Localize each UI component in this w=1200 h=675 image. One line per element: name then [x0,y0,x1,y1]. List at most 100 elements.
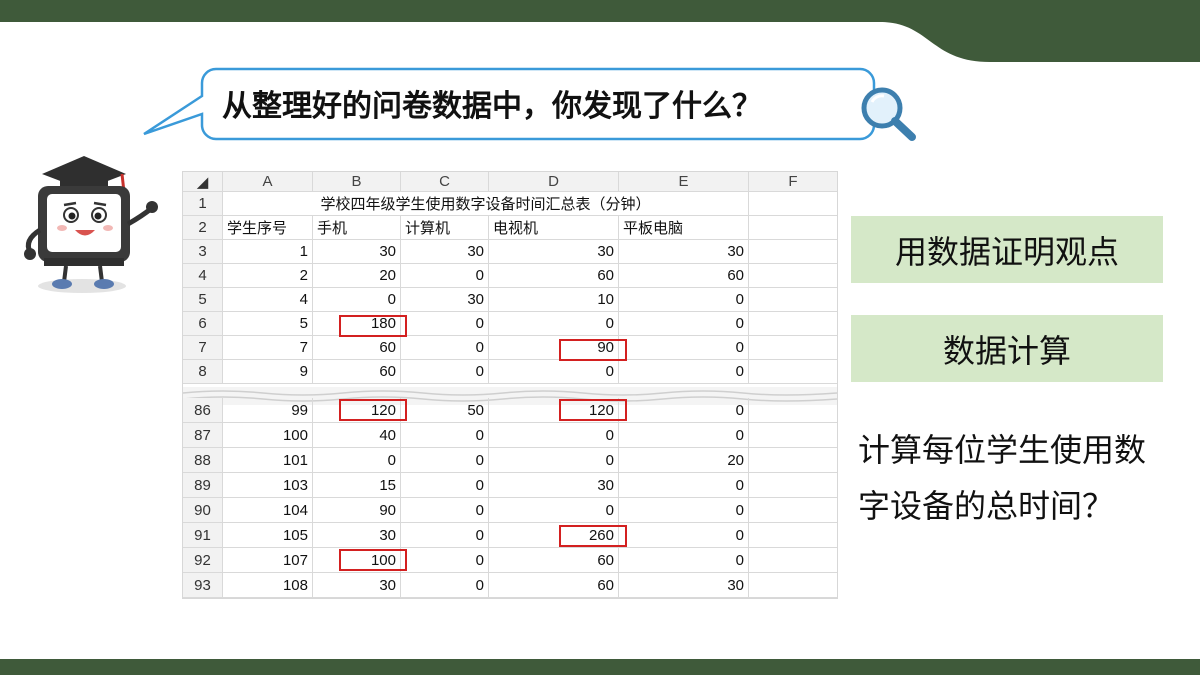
column-header: A [223,172,313,192]
cell-tv: 60 [489,548,619,573]
cell-computer: 0 [401,498,489,523]
row-number: 5 [183,288,223,312]
cell-tv: 0 [489,423,619,448]
highlight-box [559,525,627,547]
cell-phone: 0 [313,448,401,473]
empty-cell [749,548,837,573]
row-number: 89 [183,473,223,498]
empty-cell [749,264,837,288]
highlight-box [339,549,407,571]
cell-computer: 0 [401,473,489,498]
cell-tablet: 0 [619,336,749,360]
cell-tablet: 0 [619,548,749,573]
cell-tablet: 0 [619,473,749,498]
table-title-row: 1 学校四年级学生使用数字设备时间汇总表（分钟） [183,192,837,216]
cell-phone: 30 [313,523,401,548]
table-row: 4 2 20 0 60 60 [183,264,837,288]
cell-computer: 0 [401,264,489,288]
cell-student-id: 101 [223,448,313,473]
empty-cell [749,523,837,548]
cell-phone: 60 [313,336,401,360]
empty-cell [749,423,837,448]
cell-computer: 0 [401,523,489,548]
cell-tablet: 0 [619,288,749,312]
cell-student-id: 4 [223,288,313,312]
cell-tablet: 30 [619,573,749,598]
cell-computer: 30 [401,240,489,264]
cell-student-id: 103 [223,473,313,498]
table-row: 88 101 0 0 0 20 [183,448,837,473]
column-header-row: ◢ A B C D E F [183,172,837,192]
cell-tablet: 0 [619,423,749,448]
column-header: C [401,172,489,192]
empty-cell [749,192,837,216]
spreadsheet-table: ◢ A B C D E F 1 学校四年级学生使用数字设备时间汇总表（分钟） 2… [182,171,838,599]
calculation-prompt: 计算每位学生使用数字设备的总时间？ [858,431,1147,525]
table-row: 91 105 30 0 260 0 [183,523,837,548]
empty-cell [749,360,837,384]
cell-computer: 0 [401,548,489,573]
table-row: 87 100 40 0 0 0 [183,423,837,448]
corner-cell: ◢ [183,172,223,192]
table-row: 90 104 90 0 0 0 [183,498,837,523]
cell-student-id: 107 [223,548,313,573]
header-tablet: 平板电脑 [619,216,749,240]
cell-tv: 60 [489,264,619,288]
row-number: 6 [183,312,223,336]
cell-phone: 15 [313,473,401,498]
table-row: 86 99 120 50 120 0 [183,398,837,423]
empty-cell [749,448,837,473]
empty-cell [749,312,837,336]
cell-tv: 0 [489,360,619,384]
table-row: 92 107 100 0 60 0 [183,548,837,573]
header-tv: 电视机 [489,216,619,240]
cell-tv: 0 [489,498,619,523]
cell-student-id: 1 [223,240,313,264]
cell-phone: 20 [313,264,401,288]
header-phone: 手机 [313,216,401,240]
cell-tv: 0 [489,312,619,336]
cell-tablet: 0 [619,498,749,523]
table-row: 6 5 180 0 0 0 [183,312,837,336]
magnifier-icon [861,87,916,141]
highlight-box [339,315,407,337]
cell-phone: 0 [313,288,401,312]
cell-tv: 60 [489,573,619,598]
empty-cell [749,473,837,498]
row-number: 3 [183,240,223,264]
cell-computer: 30 [401,288,489,312]
row-number: 1 [183,192,223,216]
cell-student-id: 9 [223,360,313,384]
row-number: 90 [183,498,223,523]
bottom-banner [0,659,1200,675]
cell-tv: 10 [489,288,619,312]
row-number: 93 [183,573,223,598]
cell-tv: 30 [489,473,619,498]
prove-with-data-box: 用数据证明观点 [851,216,1163,283]
row-number: 92 [183,548,223,573]
cell-student-id: 7 [223,336,313,360]
column-header: F [749,172,837,192]
table-row: 89 103 15 0 30 0 [183,473,837,498]
cell-student-id: 100 [223,423,313,448]
empty-cell [749,498,837,523]
highlight-box [339,399,407,421]
row-number: 88 [183,448,223,473]
cell-student-id: 108 [223,573,313,598]
column-header: B [313,172,401,192]
computer-mascot-icon [24,156,158,293]
table-header-row: 2 学生序号 手机 计算机 电视机 平板电脑 [183,216,837,240]
table-row: 5 4 0 30 10 0 [183,288,837,312]
cell-phone: 60 [313,360,401,384]
cell-phone: 30 [313,240,401,264]
table-row: 93 108 30 0 60 30 [183,573,837,598]
row-number: 87 [183,423,223,448]
cell-phone: 90 [313,498,401,523]
header-computer: 计算机 [401,216,489,240]
cell-computer: 0 [401,423,489,448]
table-title: 学校四年级学生使用数字设备时间汇总表（分钟） [223,192,749,216]
cell-computer: 0 [401,573,489,598]
row-number: 8 [183,360,223,384]
row-number: 91 [183,523,223,548]
top-banner-curve [0,0,1200,62]
